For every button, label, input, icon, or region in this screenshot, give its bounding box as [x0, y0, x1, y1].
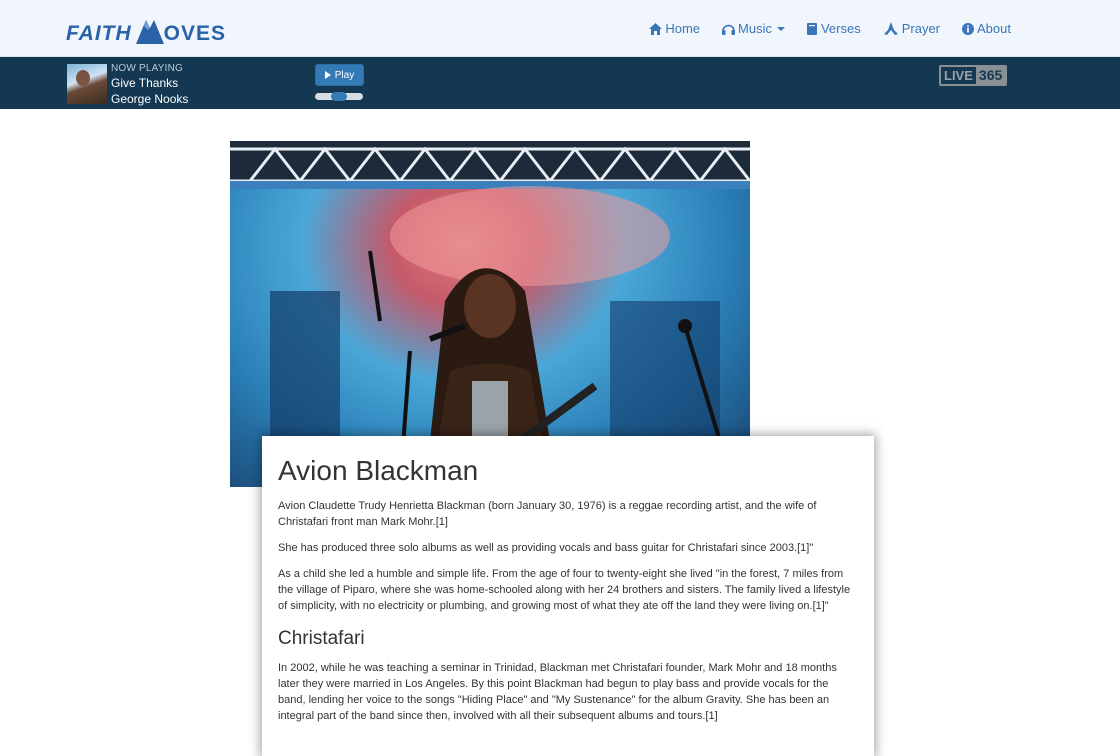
volume-slider[interactable]: [315, 92, 363, 101]
headphones-icon: [722, 24, 736, 35]
book-icon: [806, 22, 817, 35]
nav-music[interactable]: Music: [711, 21, 796, 36]
article-paragraph: Avion Claudette Trudy Henrietta Blackman…: [278, 499, 817, 528]
nav-prayer[interactable]: Prayer: [872, 21, 951, 36]
live365-logo-live: LIVE: [944, 68, 973, 83]
play-icon: [324, 71, 331, 79]
volume-slider-handle[interactable]: [331, 92, 347, 101]
nav-about-label: About: [977, 21, 1011, 36]
nav-music-label: Music: [738, 21, 772, 36]
mountain-logo-icon: [135, 20, 164, 44]
top-navbar: Faith oves Home Music Verses Prayer Abou…: [0, 0, 1120, 57]
section-title: Christafari: [278, 627, 365, 649]
article-paragraph: As a child she led a humble and simple l…: [278, 567, 851, 612]
play-button[interactable]: Play: [315, 64, 364, 86]
nav-about[interactable]: About: [951, 21, 1022, 36]
logo-text-faith: Faith: [66, 22, 132, 45]
nav-verses-label: Verses: [820, 21, 861, 36]
section-paragraph: In 2002, while he was teaching a seminar…: [278, 661, 837, 722]
chevron-down-icon: [776, 26, 785, 31]
site-logo[interactable]: Faith oves: [66, 14, 226, 44]
now-playing-artist: George Nooks: [111, 92, 189, 106]
nav-verses[interactable]: Verses: [796, 21, 872, 36]
praying-hands-icon: [883, 22, 898, 35]
main-nav: Home Music Verses Prayer About: [638, 0, 1022, 57]
article-paragraph: She has produced three solo albums as we…: [278, 541, 814, 554]
nav-home[interactable]: Home: [638, 21, 711, 36]
info-icon: [962, 22, 975, 35]
article-title: Avion Blackman: [278, 455, 479, 486]
now-playing-song: Give Thanks: [111, 76, 179, 90]
nav-home-label: Home: [665, 21, 701, 36]
play-button-label: Play: [334, 69, 355, 81]
nav-prayer-label: Prayer: [901, 21, 941, 36]
logo-text-oves: oves: [163, 22, 227, 45]
home-icon: [649, 22, 663, 35]
live365-logo-365: 365: [975, 67, 1006, 84]
artist-bio-card: Avion Blackman Avion Claudette Trudy Hen…: [262, 436, 874, 756]
now-playing-label: NOW PLAYING: [111, 63, 184, 74]
album-art: [67, 64, 107, 104]
live365-logo[interactable]: LIVE 365: [939, 65, 1008, 86]
